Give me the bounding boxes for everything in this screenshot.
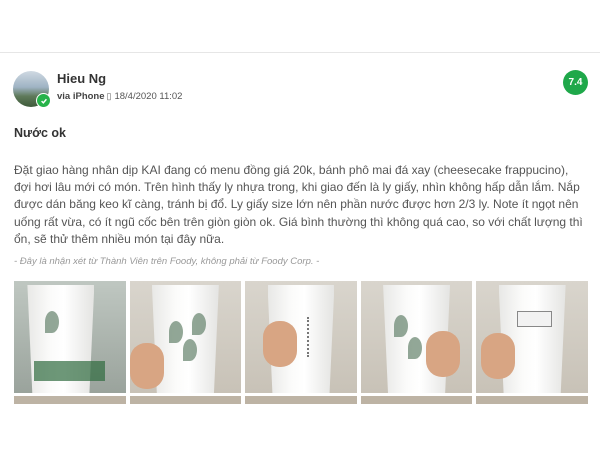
- review-datetime: 18/4/2020 11:02: [114, 91, 183, 102]
- review-photo[interactable]: [14, 281, 126, 393]
- review-title[interactable]: Nước ok: [14, 126, 66, 140]
- photo-gallery: [14, 281, 588, 393]
- review-body: Đặt giao hàng nhân dịp KAI đang có menu …: [14, 163, 583, 246]
- phone-icon: ▯: [106, 91, 112, 101]
- review-photo[interactable]: [360, 396, 473, 404]
- review-photo[interactable]: [129, 281, 242, 393]
- avatar[interactable]: [13, 71, 51, 108]
- review-photo[interactable]: [360, 281, 473, 393]
- score-badge: 7.4: [563, 70, 588, 95]
- via-device: via iPhone: [57, 91, 105, 102]
- review-photo[interactable]: [14, 396, 126, 404]
- review-photo[interactable]: [476, 396, 588, 404]
- review-card: Hieu Ng via iPhone ▯ 18/4/2020 11:02 7.4…: [0, 52, 600, 451]
- verified-check-icon: [36, 93, 51, 108]
- review-meta: via iPhone ▯ 18/4/2020 11:02: [57, 91, 182, 102]
- review-photo[interactable]: [129, 396, 242, 404]
- review-photo[interactable]: [245, 396, 357, 404]
- review-photo[interactable]: [245, 281, 357, 393]
- review-disclaimer: - Đây là nhận xét từ Thành Viên trên Foo…: [14, 256, 320, 267]
- review-photo[interactable]: [476, 281, 588, 393]
- photo-gallery-row-2: [14, 396, 588, 404]
- username[interactable]: Hieu Ng: [57, 71, 106, 86]
